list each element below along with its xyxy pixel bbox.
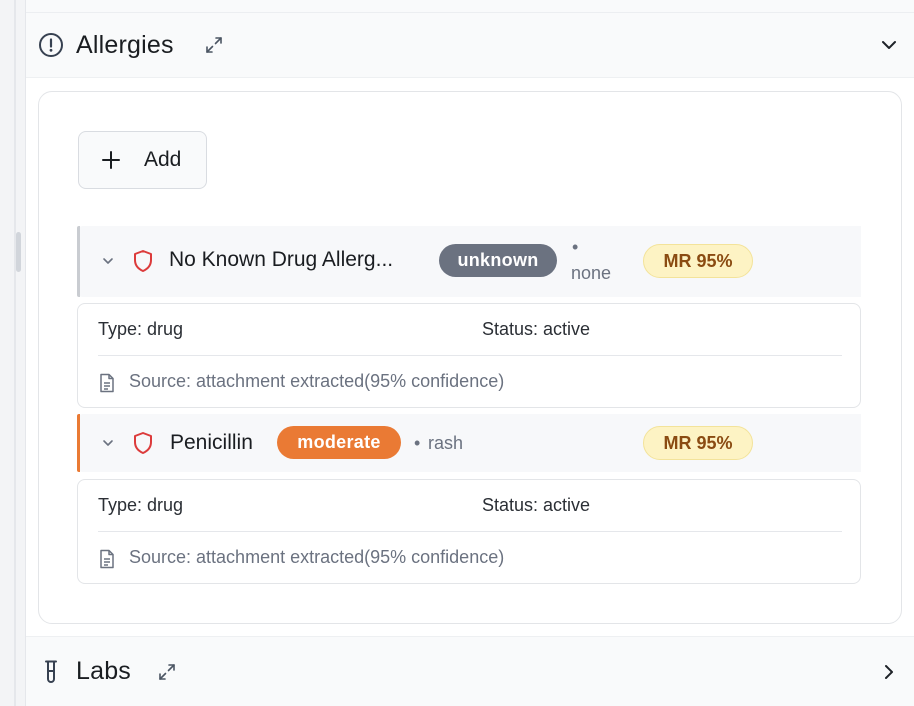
- source-text: Source: attachment extracted(95% confide…: [129, 371, 505, 391]
- labs-section-header[interactable]: Labs: [26, 636, 914, 706]
- shield-icon: [131, 248, 155, 274]
- severity-accent: [77, 414, 80, 472]
- divider: [98, 355, 842, 356]
- mr-badge: MR 95%: [643, 426, 753, 460]
- allergy-details: Type: drug Status: active Source: attach…: [77, 303, 861, 408]
- reaction-bullet: •: [572, 237, 579, 257]
- allergy-item-header[interactable]: No Known Drug Allerg... unknown • none M…: [77, 226, 861, 297]
- expand-icon[interactable]: [204, 35, 224, 55]
- allergy-details: Type: drug Status: active Source: attach…: [77, 479, 861, 584]
- allergy-status: Status: active: [482, 319, 591, 339]
- shield-icon: [131, 430, 155, 456]
- allergy-name: Penicillin: [170, 431, 253, 454]
- add-allergy-button[interactable]: Add: [78, 131, 207, 189]
- chevron-down-icon[interactable]: [99, 252, 117, 270]
- expand-icon[interactable]: [157, 662, 177, 682]
- allergy-name: No Known Drug Allerg...: [169, 248, 394, 271]
- plus-icon: [102, 151, 120, 169]
- page: Allergies Add No Known Drug Allerg... un…: [0, 0, 914, 706]
- test-tube-icon: [38, 659, 64, 685]
- alert-circle-icon: [38, 32, 64, 58]
- severity-badge: unknown: [439, 244, 557, 277]
- mr-badge: MR 95%: [643, 244, 753, 278]
- add-label: Add: [144, 148, 182, 171]
- left-rail: [0, 0, 26, 706]
- resize-handle[interactable]: [16, 232, 21, 272]
- chevron-right-icon[interactable]: [878, 661, 900, 683]
- allergy-type: Type: drug: [98, 319, 184, 339]
- allergy-item-header[interactable]: Penicillin moderate • rash MR 95%: [77, 414, 861, 472]
- reaction-text: none: [571, 263, 612, 283]
- section-title: Allergies: [76, 30, 174, 59]
- allergies-section-header[interactable]: Allergies: [26, 13, 914, 78]
- reaction-text: rash: [428, 433, 464, 453]
- allergy-status: Status: active: [482, 495, 591, 515]
- severity-accent: [77, 226, 80, 297]
- chevron-down-icon[interactable]: [878, 34, 900, 56]
- divider: [98, 531, 842, 532]
- document-icon: [100, 549, 114, 569]
- allergy-type: Type: drug: [98, 495, 184, 515]
- allergies-content: Add No Known Drug Allerg... unknown • no…: [38, 91, 902, 624]
- source-text: Source: attachment extracted(95% confide…: [129, 547, 505, 567]
- section-title: Labs: [76, 657, 132, 685]
- previous-section-edge: [26, 0, 914, 13]
- rail-line: [14, 0, 16, 706]
- severity-badge: moderate: [277, 426, 401, 459]
- chevron-down-icon[interactable]: [99, 434, 117, 452]
- reaction-bullet: •: [414, 433, 421, 453]
- document-icon: [100, 373, 114, 393]
